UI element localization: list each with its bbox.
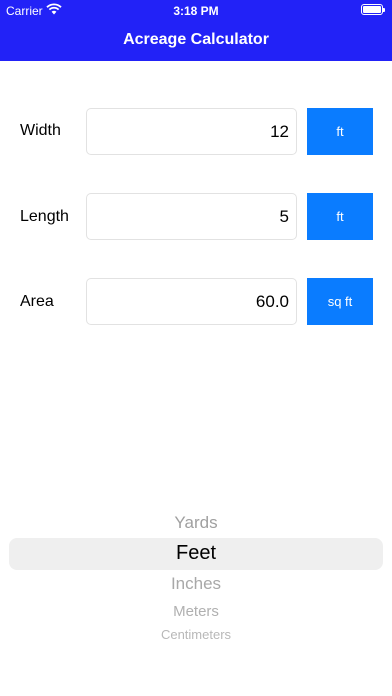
width-unit-button[interactable]: ft [307,108,373,155]
battery-icon [361,4,385,15]
app-header: Carrier 3:18 PM Acreage Calculator [0,0,392,61]
page-title: Acreage Calculator [123,31,269,48]
length-unit-button[interactable]: ft [307,193,373,240]
picker-option-yards[interactable]: Yards [0,513,392,533]
area-unit-button[interactable]: sq ft [307,278,373,325]
picker-option-meters[interactable]: Meters [0,603,392,620]
width-label: Width [20,122,61,139]
area-output: 60.0 [86,278,297,325]
picker-option-inches[interactable]: Inches [0,574,392,594]
status-bar: Carrier 3:18 PM [0,0,392,22]
picker-option-feet[interactable]: Feet [0,542,392,565]
status-time: 3:18 PM [173,4,219,18]
picker-option-centimeters[interactable]: Centimeters [0,627,392,642]
unit-picker[interactable]: Yards Feet Inches Meters Centimeters [0,506,392,656]
width-input[interactable]: 12 [86,108,297,155]
length-input[interactable]: 5 [86,193,297,240]
length-label: Length [20,208,69,225]
area-label: Area [20,293,54,310]
